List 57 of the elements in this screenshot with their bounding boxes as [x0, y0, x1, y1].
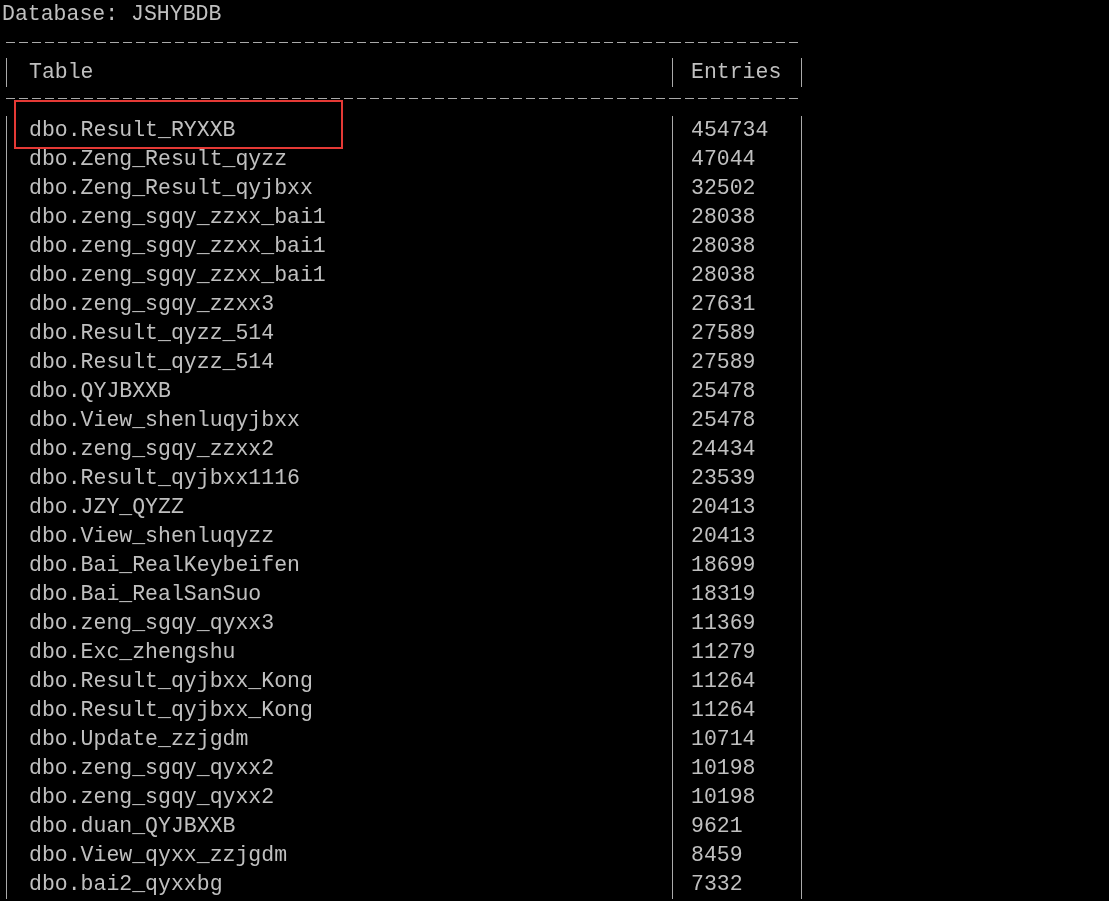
- table-name: dbo.Bai_RealSanSuo: [29, 582, 262, 606]
- table-name: dbo.Result_qyjbxx_Kong: [29, 669, 313, 693]
- entry-count: 8459: [691, 843, 743, 867]
- entry-count: 28038: [691, 263, 756, 287]
- entry-count: 27589: [691, 321, 756, 345]
- entry-count: 7332: [691, 872, 743, 896]
- entry-count: 27631: [691, 292, 756, 316]
- table-name: dbo.Result_qyjbxx_Kong: [29, 698, 313, 722]
- column-header: Table: [29, 60, 94, 84]
- entry-count: 28038: [691, 205, 756, 229]
- table-name: dbo.Result_qyzz_514: [29, 321, 275, 345]
- table-name: dbo.zeng_sgqy_qyxx2: [29, 785, 275, 809]
- entry-count: 11264: [691, 669, 756, 693]
- table-name: dbo.JZY_QYZZ: [29, 495, 184, 519]
- table-name: dbo.zeng_sgqy_zzxx_bai1: [29, 205, 326, 229]
- entry-count: 10198: [691, 785, 756, 809]
- column-header: Entries: [691, 60, 782, 84]
- table-name: dbo.Zeng_Result_qyjbxx: [29, 176, 313, 200]
- table-name: dbo.View_qyxx_zzjgdm: [29, 843, 288, 867]
- table-name: dbo.Zeng_Result_qyzz: [29, 147, 288, 171]
- entry-count: 10714: [691, 727, 756, 751]
- entry-count: 32502: [691, 176, 756, 200]
- entry-count: 27589: [691, 350, 756, 374]
- database-label: Database: JSHYBDB: [2, 2, 222, 26]
- table-name: dbo.zeng_sgqy_zzxx_bai1: [29, 234, 326, 258]
- table-name: dbo.bai2_qyxxbg: [29, 872, 223, 896]
- entry-count: 20413: [691, 495, 756, 519]
- entry-count: 23539: [691, 466, 756, 490]
- table-name: dbo.Bai_RealKeybeifen: [29, 553, 300, 577]
- table-name: dbo.zeng_sgqy_zzxx_bai1: [29, 263, 326, 287]
- table-name: dbo.zeng_sgqy_zzxx3: [29, 292, 275, 316]
- entry-count: 454734: [691, 118, 769, 142]
- table-name: dbo.zeng_sgqy_qyxx2: [29, 756, 275, 780]
- table-name: dbo.Result_RYXXB: [29, 118, 236, 142]
- entry-count: 11279: [691, 640, 756, 664]
- entry-count: 10198: [691, 756, 756, 780]
- entry-count: 28038: [691, 234, 756, 258]
- table-name: dbo.Result_qyjbxx1116: [29, 466, 300, 490]
- entry-count: 25478: [691, 408, 756, 432]
- entry-count: 18699: [691, 553, 756, 577]
- table-name: dbo.Update_zzjgdm: [29, 727, 249, 751]
- entry-count: 11369: [691, 611, 756, 635]
- table-name: dbo.zeng_sgqy_zzxx2: [29, 437, 275, 461]
- entry-count: 9621: [691, 814, 743, 838]
- table-name: dbo.View_shenluqyjbxx: [29, 408, 300, 432]
- table-name: dbo.Result_qyzz_514: [29, 350, 275, 374]
- table-name: dbo.Exc_zhengshu: [29, 640, 236, 664]
- table-name: dbo.zeng_sgqy_qyxx3: [29, 611, 275, 635]
- table-name: dbo.duan_QYJBXXB: [29, 814, 236, 838]
- table-name: dbo.QYJBXXB: [29, 379, 171, 403]
- entry-count: 20413: [691, 524, 756, 548]
- table-name: dbo.View_shenluqyzz: [29, 524, 275, 548]
- entry-count: 47044: [691, 147, 756, 171]
- entry-count: 11264: [691, 698, 756, 722]
- entry-count: 25478: [691, 379, 756, 403]
- entry-count: 24434: [691, 437, 756, 461]
- entry-count: 18319: [691, 582, 756, 606]
